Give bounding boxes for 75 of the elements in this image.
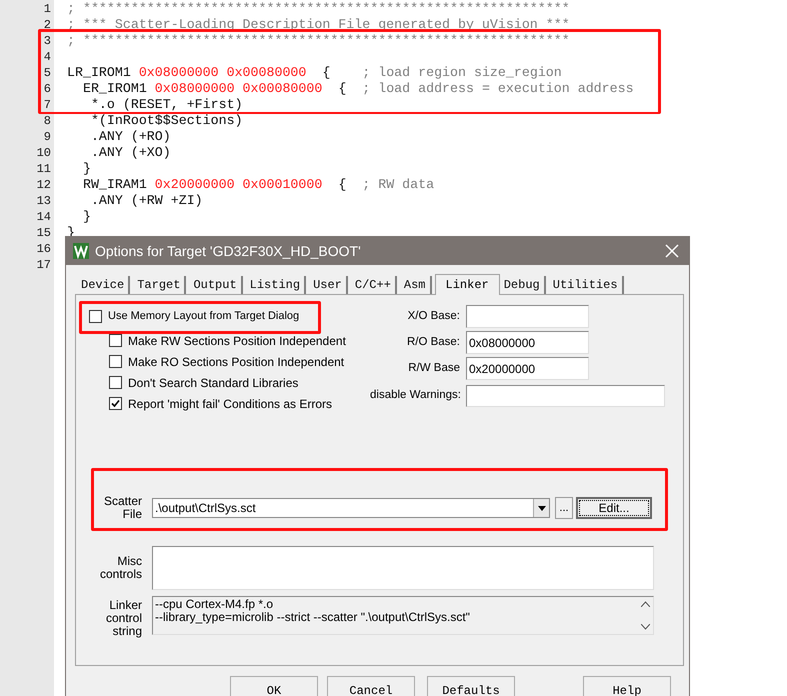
code-text: ER_IROM1 bbox=[82, 81, 148, 97]
field-label: R/W Base bbox=[407, 360, 461, 376]
field-label: Scatter File bbox=[102, 495, 142, 521]
line-number: 5 bbox=[44, 65, 51, 81]
line-number: 2 bbox=[44, 17, 51, 33]
checkbox-label: Report 'might fail' Conditions as Errors bbox=[128, 396, 332, 412]
code-comment: ; RW data bbox=[362, 177, 434, 193]
code-comment: ; ************************************************************* bbox=[67, 33, 570, 49]
code-text: RW_IRAM1 bbox=[82, 177, 148, 193]
line-number: 4 bbox=[44, 49, 51, 65]
text-line: --cpu Cortex-M4.fp *.o bbox=[155, 598, 274, 611]
code-text: *.o (RESET, +First) bbox=[90, 97, 243, 113]
text-area[interactable] bbox=[152, 546, 654, 590]
code-number: 0x08000000 0x00080000 bbox=[138, 65, 306, 81]
code-text: .ANY (+RO) bbox=[90, 129, 171, 145]
line-number: 1 bbox=[44, 1, 51, 17]
field-label: X/O Base: bbox=[406, 308, 461, 324]
field-label: Misc controls bbox=[98, 555, 142, 581]
edit-button[interactable]: Edit... bbox=[576, 497, 652, 519]
input-field[interactable] bbox=[466, 384, 665, 406]
code-text: *(InRoot$$Sections) bbox=[90, 113, 243, 129]
field-label: Linker control string bbox=[104, 599, 142, 638]
checkbox-label: Don't Search Standard Libraries bbox=[128, 374, 298, 392]
dialog-button[interactable]: Cancel bbox=[327, 676, 415, 696]
checkbox[interactable] bbox=[109, 376, 122, 389]
checkbox-label: Make RO Sections Position Independent bbox=[128, 354, 344, 370]
dialog-button[interactable]: OK bbox=[230, 676, 318, 696]
checkbox-label: Make RW Sections Position Independent bbox=[128, 332, 346, 350]
line-number: 16 bbox=[36, 241, 51, 257]
dialog-button[interactable]: Defaults bbox=[427, 676, 515, 696]
line-number: 3 bbox=[44, 33, 51, 49]
line-number: 7 bbox=[44, 97, 51, 113]
code-text: { bbox=[337, 177, 348, 193]
code-number: 0x20000000 0x00010000 bbox=[154, 177, 322, 193]
input-field[interactable]: 0x08000000 bbox=[466, 331, 589, 354]
line-number: 13 bbox=[36, 193, 51, 209]
line-number: 12 bbox=[36, 177, 51, 193]
code-text: .ANY (+XO) bbox=[90, 145, 171, 161]
line-number: 8 bbox=[44, 113, 51, 129]
checkbox[interactable] bbox=[109, 355, 122, 368]
combo-box[interactable]: .\output\CtrlSys.sct bbox=[152, 498, 550, 518]
code-number: 0x08000000 0x00080000 bbox=[154, 81, 322, 97]
app-icon bbox=[73, 243, 89, 259]
text-line: --library_type=microlib --strict --scatter ".\output\CtrlSys.sct" bbox=[155, 611, 471, 624]
field-label: R/O Base: bbox=[406, 334, 461, 350]
code-text: } bbox=[82, 161, 91, 177]
field-label: disable Warnings: bbox=[370, 388, 462, 403]
code-text: { bbox=[337, 81, 348, 97]
checkbox[interactable] bbox=[109, 334, 122, 347]
code-text: LR_IROM1 bbox=[67, 65, 132, 81]
line-number: 17 bbox=[36, 257, 51, 273]
code-text: } bbox=[82, 209, 91, 225]
code-comment: ; load region size_region bbox=[362, 65, 562, 81]
line-number: 15 bbox=[36, 225, 51, 241]
input-field[interactable]: 0x20000000 bbox=[466, 357, 589, 380]
code-text: .ANY (+RW +ZI) bbox=[90, 193, 203, 209]
close-icon[interactable] bbox=[665, 244, 679, 258]
input-field[interactable] bbox=[466, 305, 589, 328]
checkbox[interactable] bbox=[89, 310, 102, 322]
scroll-down-icon[interactable] bbox=[640, 624, 650, 630]
window-title: Options for Target 'GD32F30X_HD_BOOT' bbox=[95, 242, 362, 261]
line-number: 6 bbox=[44, 81, 51, 97]
code-comment: ; ************************************************************* bbox=[67, 1, 570, 17]
line-number: 14 bbox=[36, 209, 51, 225]
line-number: 11 bbox=[36, 161, 51, 177]
line-number: 10 bbox=[36, 145, 51, 161]
code-text: { bbox=[321, 65, 332, 81]
checkbox-label: Use Memory Layout from Target Dialog bbox=[108, 308, 300, 324]
line-number: 9 bbox=[44, 129, 51, 145]
combo-value: .\output\CtrlSys.sct bbox=[154, 500, 256, 517]
checkbox[interactable] bbox=[109, 397, 122, 410]
tab[interactable]: Linker bbox=[434, 274, 500, 295]
browse-button[interactable]: ... bbox=[555, 497, 573, 519]
scroll-up-icon[interactable] bbox=[640, 601, 650, 607]
code-comment: ; load address = execution address bbox=[362, 81, 634, 97]
